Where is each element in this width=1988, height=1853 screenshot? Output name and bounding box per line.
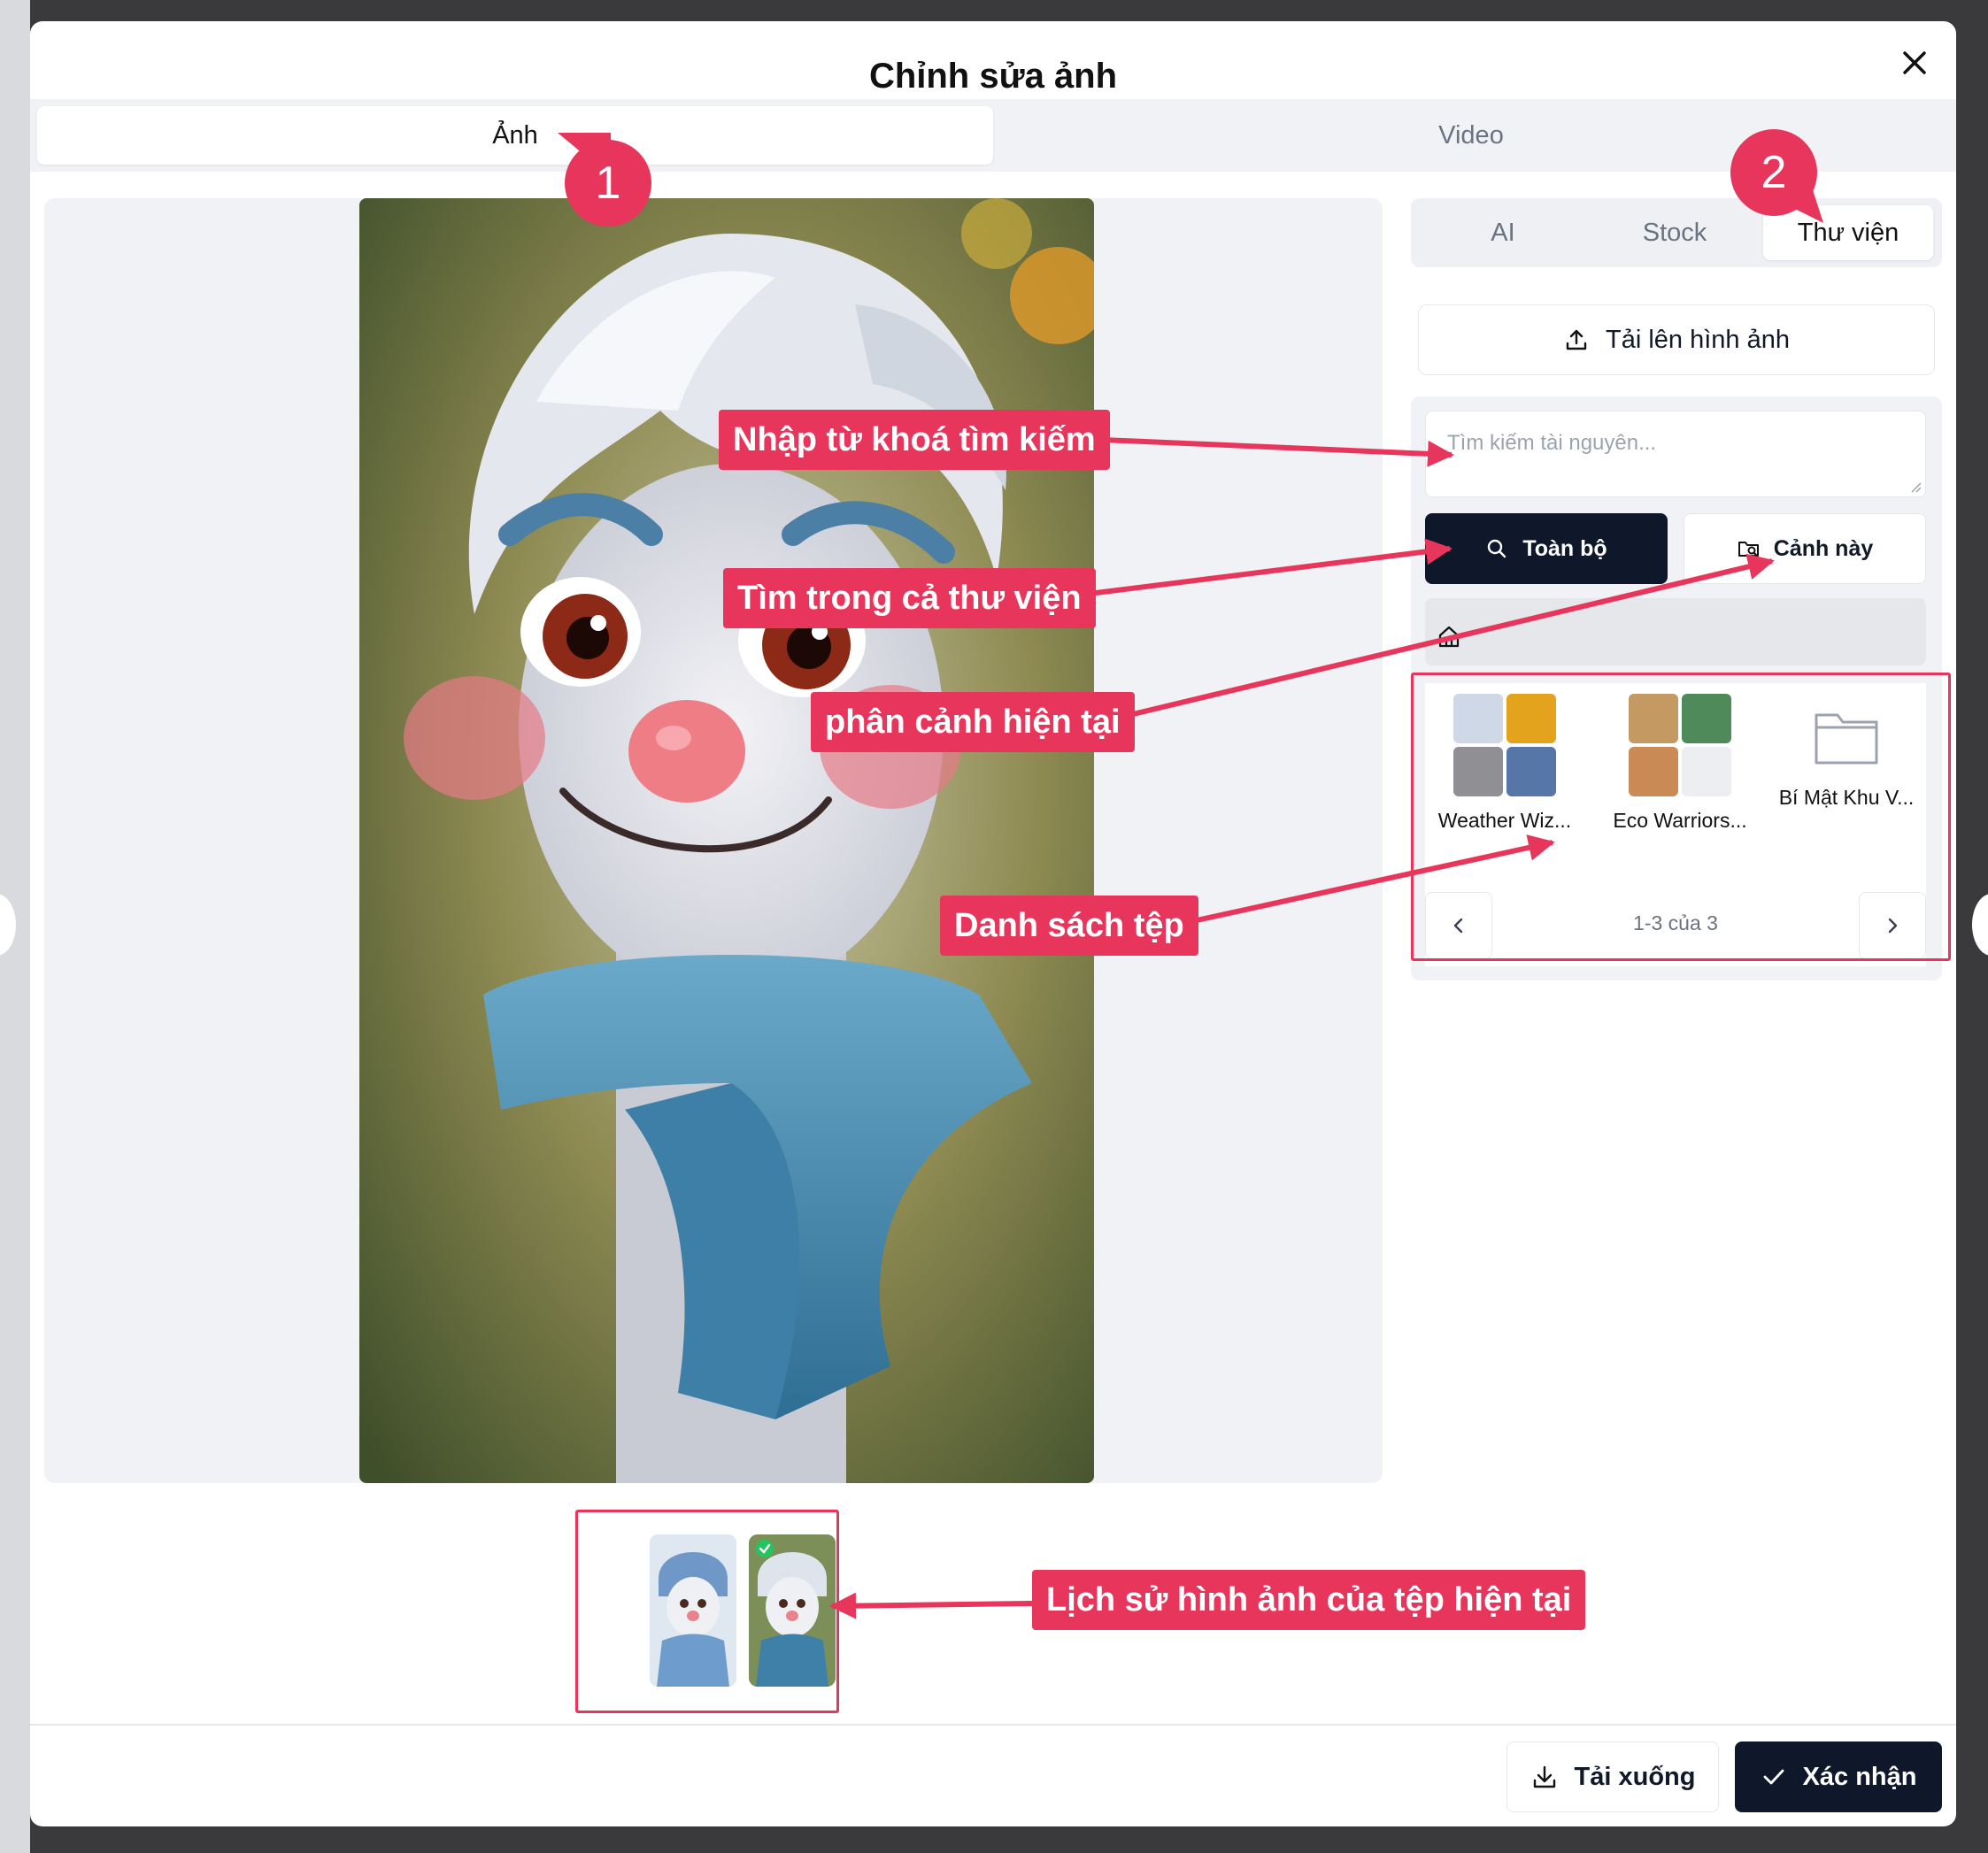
search-icon [1488, 539, 1506, 558]
annotation-search-hint: Nhập từ khoá tìm kiếm [719, 410, 1110, 470]
download-label: Tải xuống [1574, 1762, 1696, 1791]
upload-icon [1566, 329, 1587, 350]
image-canvas [44, 198, 1383, 1483]
annotation-scene-hint: phân cảnh hiện tại [811, 692, 1135, 752]
download-button[interactable]: Tải xuống [1506, 1742, 1719, 1812]
annotation-history-hint: Lịch sử hình ảnh của tệp hiện tại [1032, 1570, 1586, 1630]
step-badge-2: 2 [1730, 129, 1817, 216]
search-all-button[interactable]: Toàn bộ [1425, 513, 1668, 584]
search-scene-label: Cảnh này [1773, 535, 1874, 561]
folder-search-icon [1738, 542, 1759, 557]
files-highlight-box [1411, 673, 1951, 961]
dialog-title: Chỉnh sửa ảnh [868, 57, 1118, 96]
background-next-control [1972, 894, 1988, 956]
backdrop [0, 0, 1988, 21]
history-highlight-box [575, 1510, 839, 1713]
close-icon [1903, 51, 1926, 74]
source-tabs: AI Stock Thư viện [1411, 198, 1942, 267]
tab-library[interactable]: Thư viện [1763, 205, 1933, 260]
resize-handle-icon[interactable] [1909, 481, 1922, 493]
preview-image [359, 198, 1094, 1483]
search-input[interactable]: Tìm kiếm tài nguyên... [1425, 411, 1926, 497]
search-scene-button[interactable]: Cảnh này [1684, 513, 1926, 584]
upload-image-button[interactable]: Tải lên hình ảnh [1418, 304, 1935, 375]
tab-image[interactable]: Ảnh [37, 106, 993, 165]
search-all-label: Toàn bộ [1522, 535, 1607, 561]
upload-label: Tải lên hình ảnh [1606, 325, 1790, 354]
tab-stock[interactable]: Stock [1590, 205, 1760, 260]
annotation-all-hint: Tìm trong cả thư viện [723, 568, 1096, 628]
close-button[interactable] [1892, 41, 1937, 85]
check-icon [1763, 1769, 1784, 1785]
search-placeholder: Tìm kiếm tài nguyên... [1447, 431, 1657, 455]
annotation-files-hint: Danh sách tệp [940, 896, 1198, 956]
confirm-button[interactable]: Xác nhận [1735, 1742, 1942, 1812]
main-tabs: Ảnh Video [30, 99, 1956, 172]
home-icon[interactable] [1436, 623, 1462, 650]
footer-divider [30, 1724, 1956, 1726]
tab-ai[interactable]: AI [1418, 205, 1588, 260]
breadcrumb [1425, 598, 1926, 665]
confirm-label: Xác nhận [1802, 1762, 1917, 1791]
download-icon [1533, 1765, 1555, 1788]
step-badge-1: 1 [565, 140, 651, 227]
